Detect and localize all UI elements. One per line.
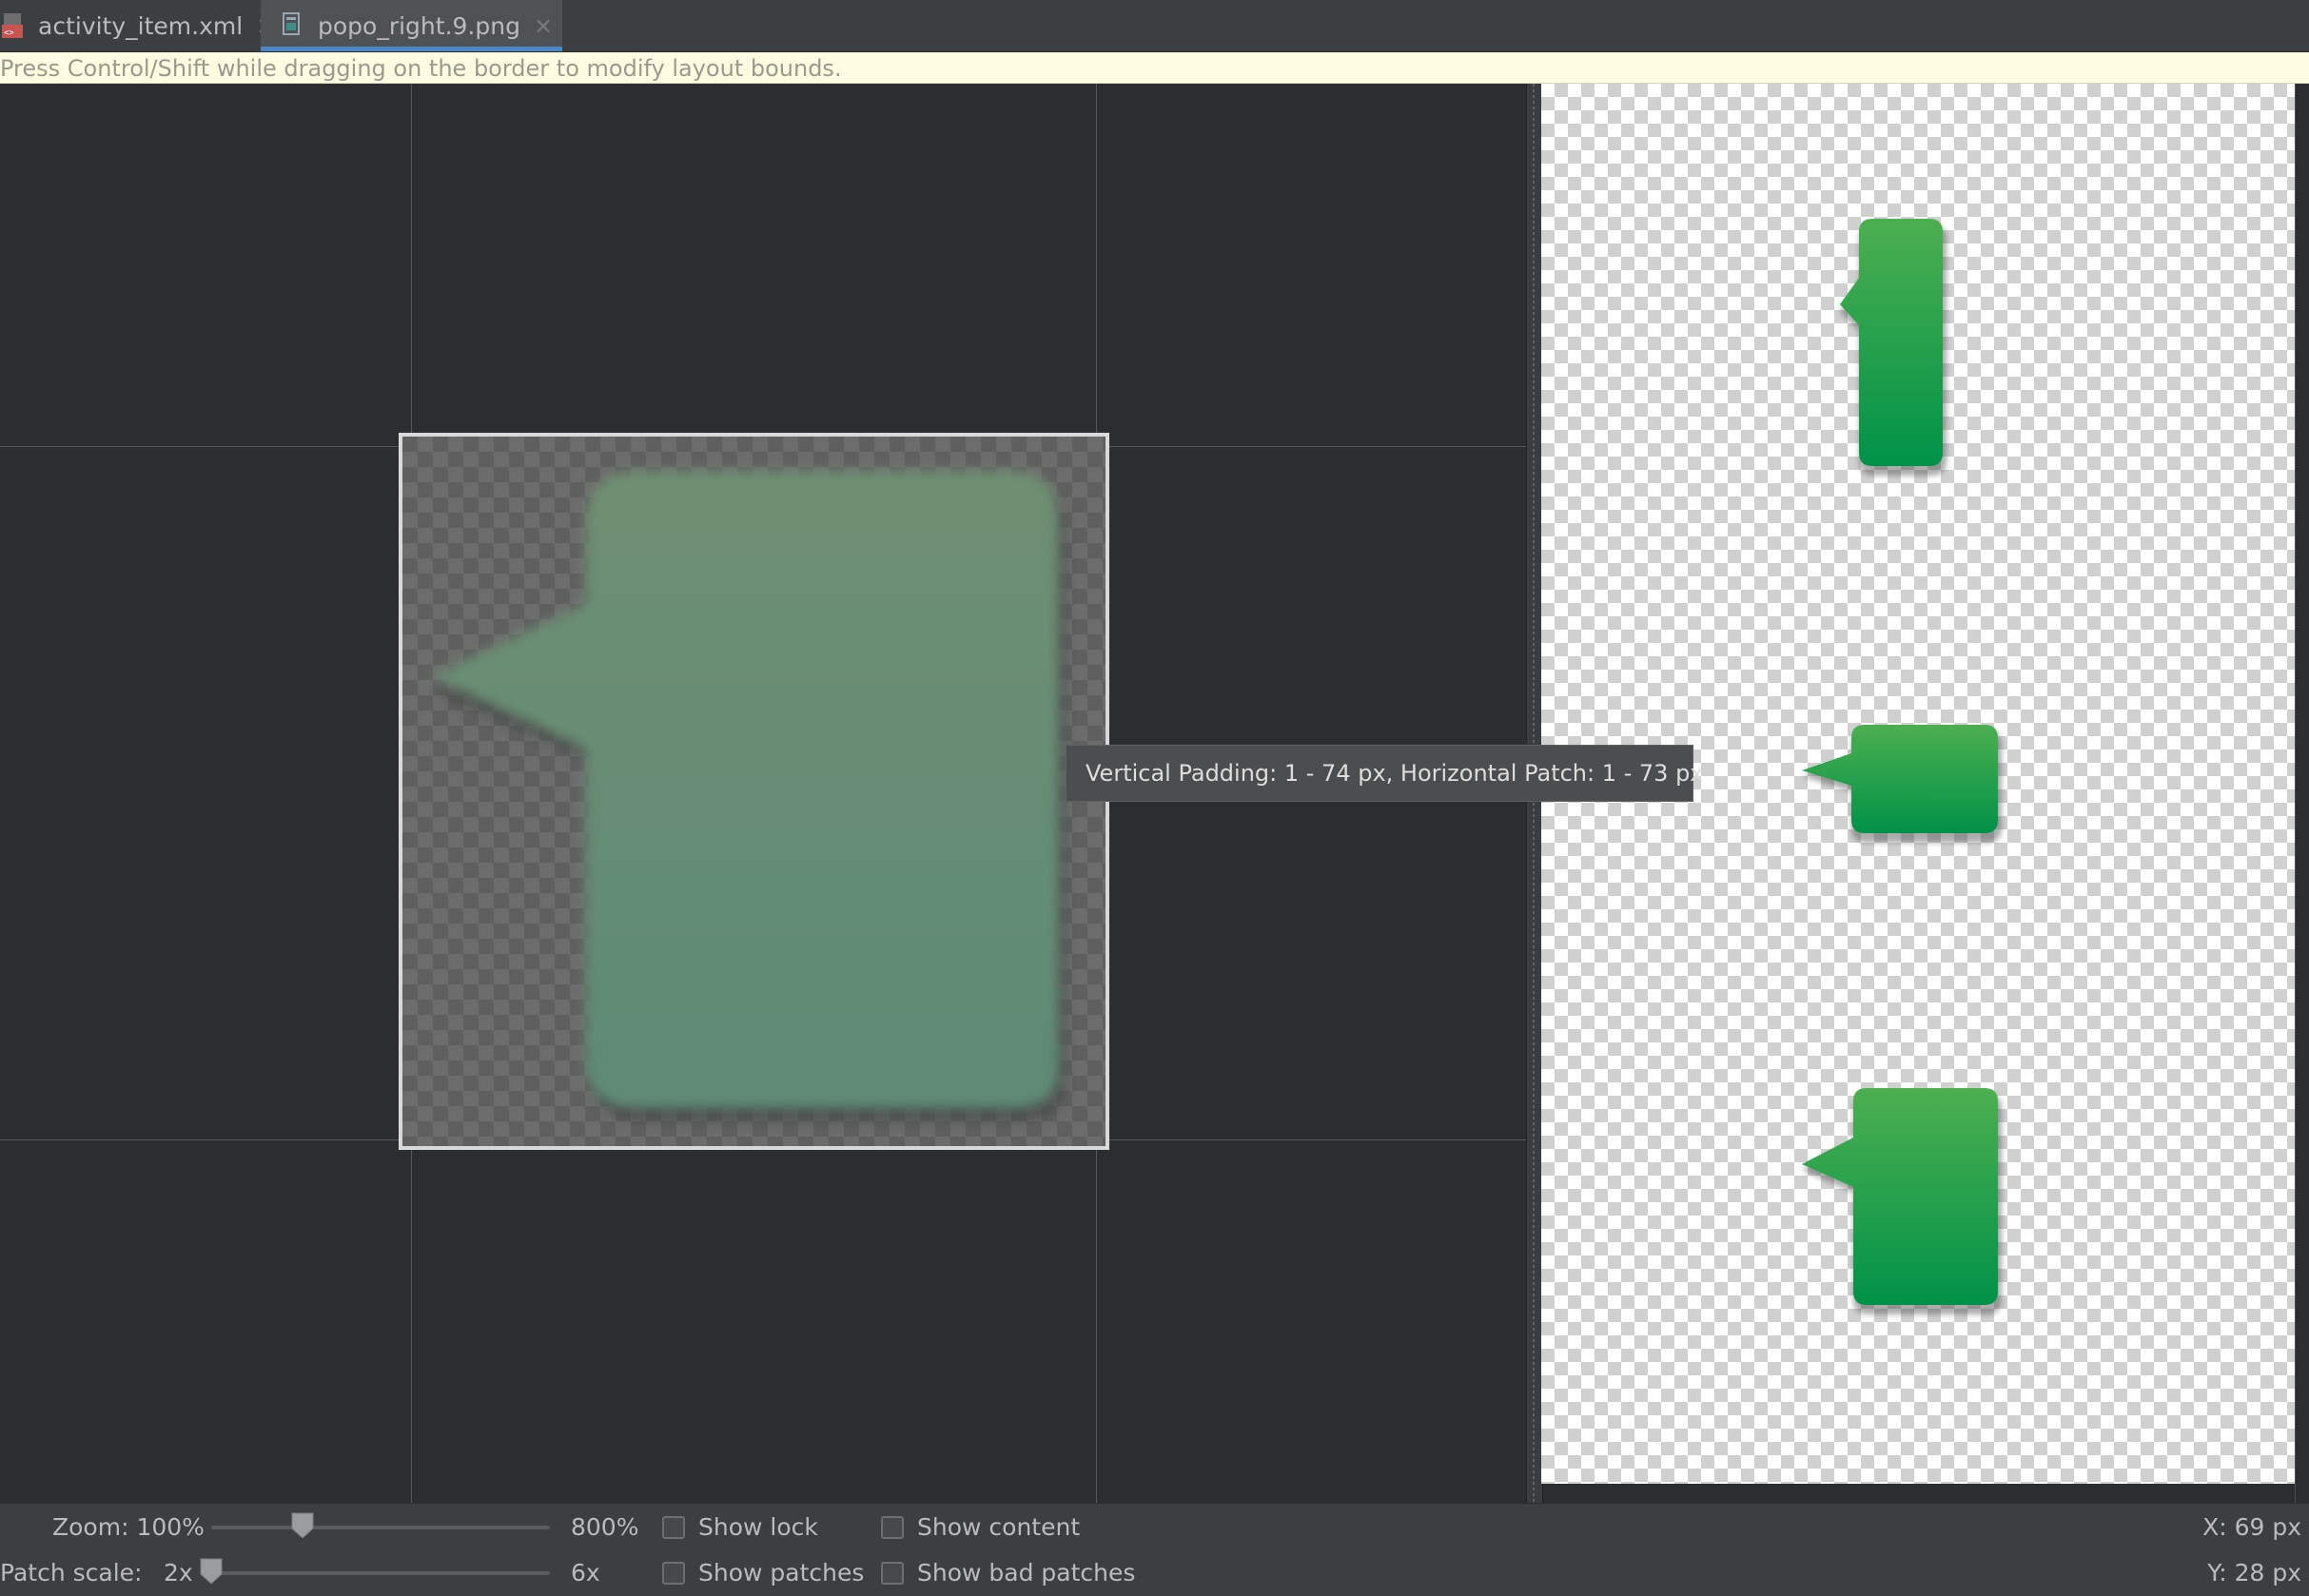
svg-text:<>: <> <box>4 29 14 38</box>
nine-patch-controls: Zoom: 100% 800% Patch scale: 2x 6x Show … <box>0 1503 2309 1596</box>
preview-bubble-wide <box>1802 725 2002 843</box>
patch-scale-min-label: 2x <box>164 1559 193 1586</box>
show-lock-label[interactable]: Show lock <box>698 1513 818 1541</box>
preview-bubble-tall <box>1840 219 1947 476</box>
show-bad-patches-label[interactable]: Show bad patches <box>917 1559 1135 1586</box>
close-tab-icon[interactable]: × <box>534 12 553 39</box>
patch-scale-label: Patch scale: <box>0 1559 143 1586</box>
show-patches-checkbox[interactable] <box>662 1562 685 1585</box>
cursor-x-readout: X: 69 px <box>2202 1513 2301 1541</box>
zoom-max-label: 800% <box>571 1513 639 1541</box>
speech-bubble-image <box>431 471 1065 1121</box>
show-bad-patches-checkbox[interactable] <box>881 1562 904 1585</box>
zoom-slider-thumb[interactable] <box>290 1511 315 1540</box>
tab-label: activity_item.xml <box>38 11 244 40</box>
tooltip-text: Vertical Padding: 1 - 74 px, Horizontal … <box>1086 760 1704 787</box>
patch-scale-max-label: 6x <box>571 1559 600 1586</box>
image-file-icon <box>282 11 306 40</box>
hint-bar: Press Control/Shift while dragging on th… <box>0 52 2309 84</box>
show-content-checkbox[interactable] <box>881 1516 904 1539</box>
zoom-slider[interactable] <box>211 1526 550 1529</box>
show-content-label[interactable]: Show content <box>917 1513 1080 1541</box>
patch-scale-slider[interactable] <box>211 1571 550 1575</box>
editor-tab-bar: <> activity_item.xml × popo_right.9.png … <box>0 0 2309 52</box>
tab-label: popo_right.9.png <box>318 11 520 40</box>
patch-scale-slider-thumb[interactable] <box>199 1557 224 1586</box>
hint-text: Press Control/Shift while dragging on th… <box>0 55 842 82</box>
patch-info-tooltip: Vertical Padding: 1 - 74 px, Horizontal … <box>1066 745 1704 802</box>
cursor-y-readout: Y: 28 px <box>2207 1559 2301 1586</box>
show-lock-checkbox[interactable] <box>662 1516 685 1539</box>
xml-file-icon: <> <box>2 11 27 40</box>
tab-activity-item-xml[interactable]: <> activity_item.xml × <box>2 0 275 51</box>
show-patches-label[interactable]: Show patches <box>698 1559 864 1586</box>
zoom-label: Zoom: 100% <box>52 1513 205 1541</box>
preview-bubble-square <box>1802 1088 2002 1314</box>
tab-popo-right-png[interactable]: popo_right.9.png × <box>261 0 563 51</box>
preview-scroll-edge <box>2295 84 2309 1503</box>
